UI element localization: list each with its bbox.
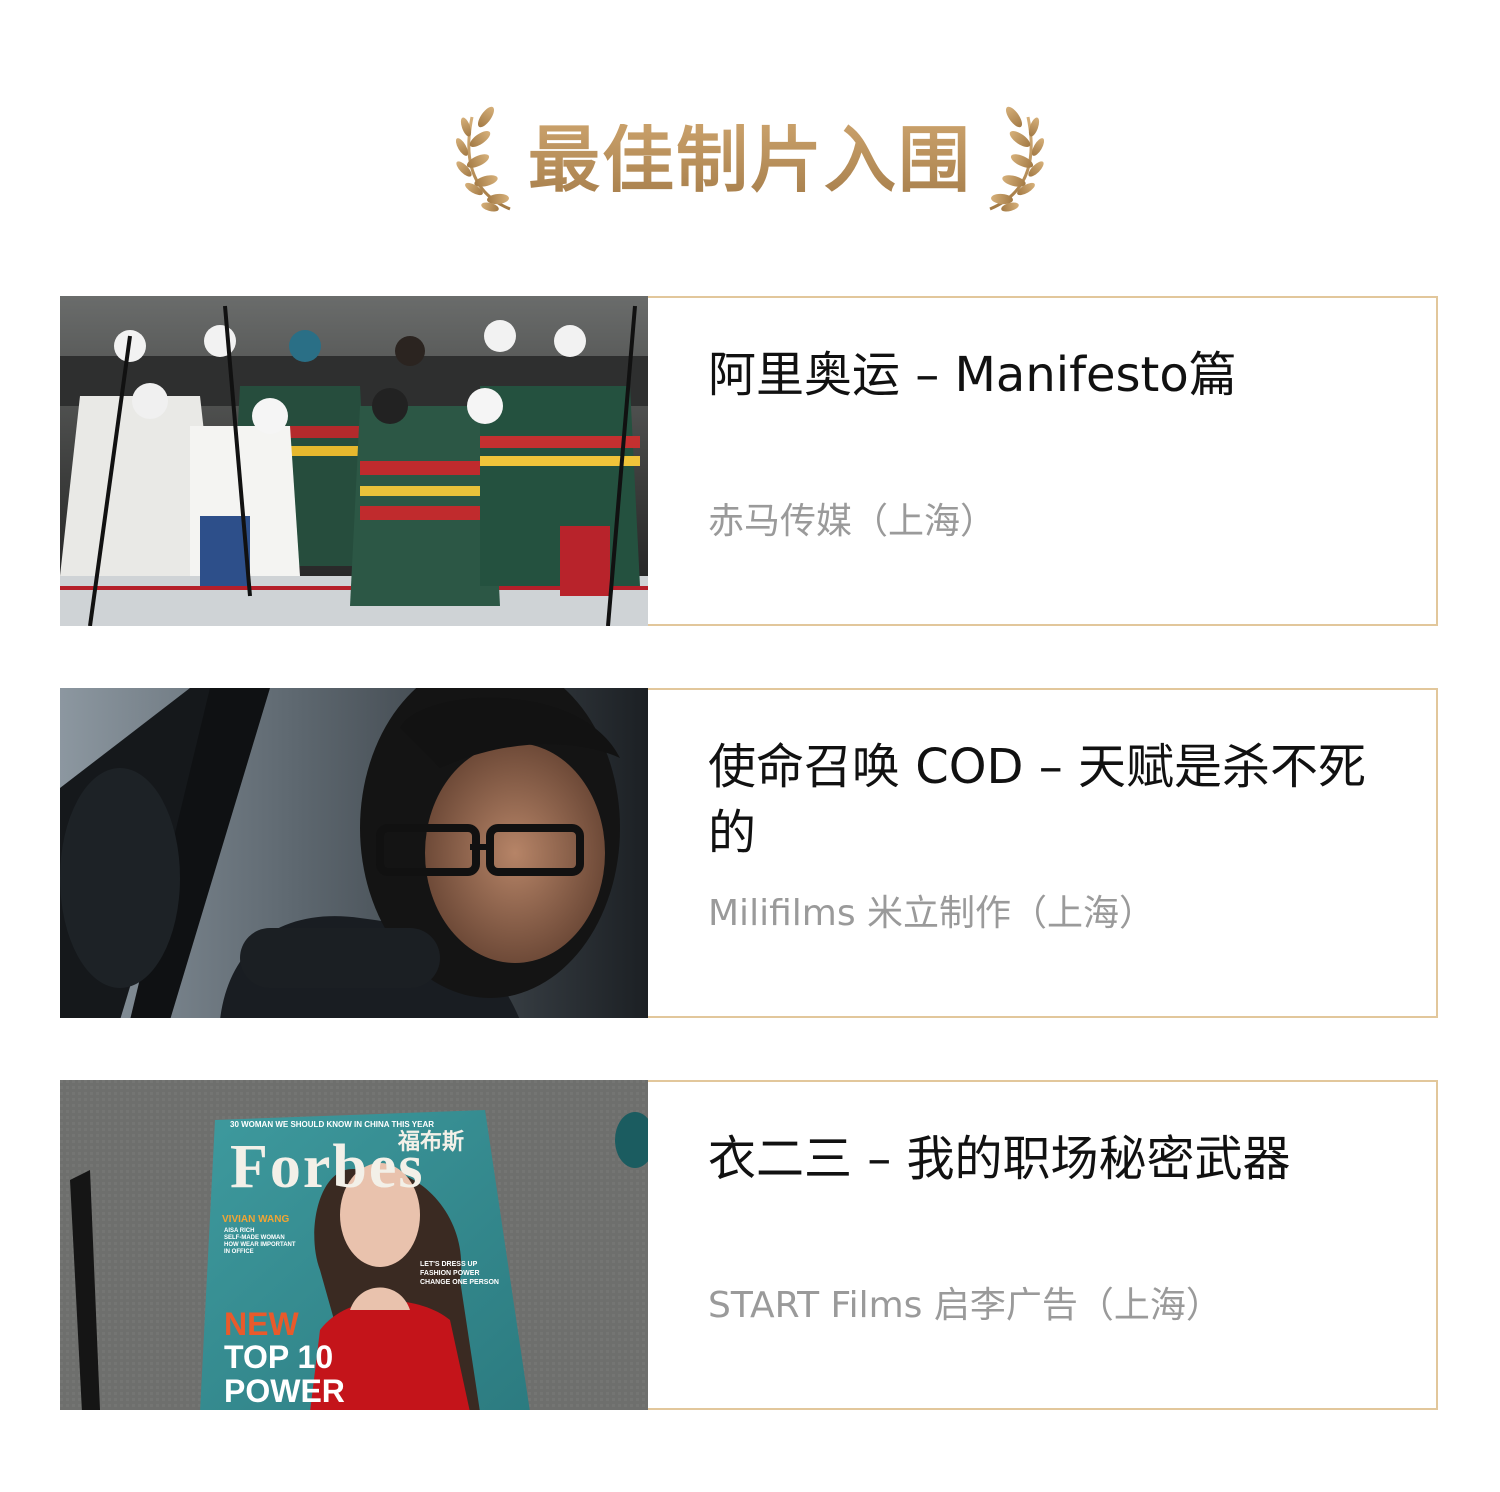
nominee-title: 使命召唤 COD – 天赋是杀不死的 [708,739,1367,861]
man-in-car-photo[interactable] [60,688,648,1018]
nominee-info: 阿里奥运 – Manifesto篇 赤马传媒（上海） [648,298,1436,624]
magazine-cover-photo[interactable]: 30 WOMAN WE SHOULD KNOW IN CHINA THIS YE… [60,1080,648,1410]
magazine-new: NEW [224,1306,299,1342]
nominee-company: START Films 启李广告（上海） [708,1285,1222,1326]
magazine-masthead: Forbes [230,1133,425,1201]
magazine-masthead-cn: 福布斯 [398,1130,465,1155]
magazine-top10: TOP 10 [224,1339,334,1375]
magazine-side: LET'S DRESS UP FASHION POWER CHANGE ONE PE… [420,1261,499,1286]
nominee-title: 阿里奥运 – Manifesto篇 [708,347,1237,403]
hockey-team-photo[interactable] [60,296,648,626]
nominee-info: 衣二三 – 我的职场秘密武器 START Films 启李广告（上海） [648,1082,1436,1408]
page-title: 最佳制片入围 [527,118,972,202]
nominee-card[interactable]: 阿里奥运 – Manifesto篇 赤马传媒（上海） [60,296,1438,626]
nominee-card[interactable]: 使命召唤 COD – 天赋是杀不死的 Milifilms 米立制作（上海） [60,688,1438,1018]
nominee-card[interactable]: 30 WOMAN WE SHOULD KNOW IN CHINA THIS YE… [60,1080,1438,1410]
nominee-info: 使命召唤 COD – 天赋是杀不死的 Milifilms 米立制作（上海） [648,690,1436,1016]
magazine-name: VIVIAN WANG [222,1214,290,1225]
magazine-power: POWER [224,1373,345,1409]
section-header: 最佳制片入围 [0,100,1500,220]
nominee-company: 赤马传媒（上海） [708,501,997,542]
laurel-right-icon [989,106,1044,212]
nominee-title: 衣二三 – 我的职场秘密武器 [708,1131,1291,1187]
nominee-company: Milifilms 米立制作（上海） [708,893,1156,934]
laurel-left-icon [455,106,511,212]
magazine-tags: AISA RICH SELF-MADE WOMAN HOW WEAR IMPORTA… [224,1228,296,1255]
